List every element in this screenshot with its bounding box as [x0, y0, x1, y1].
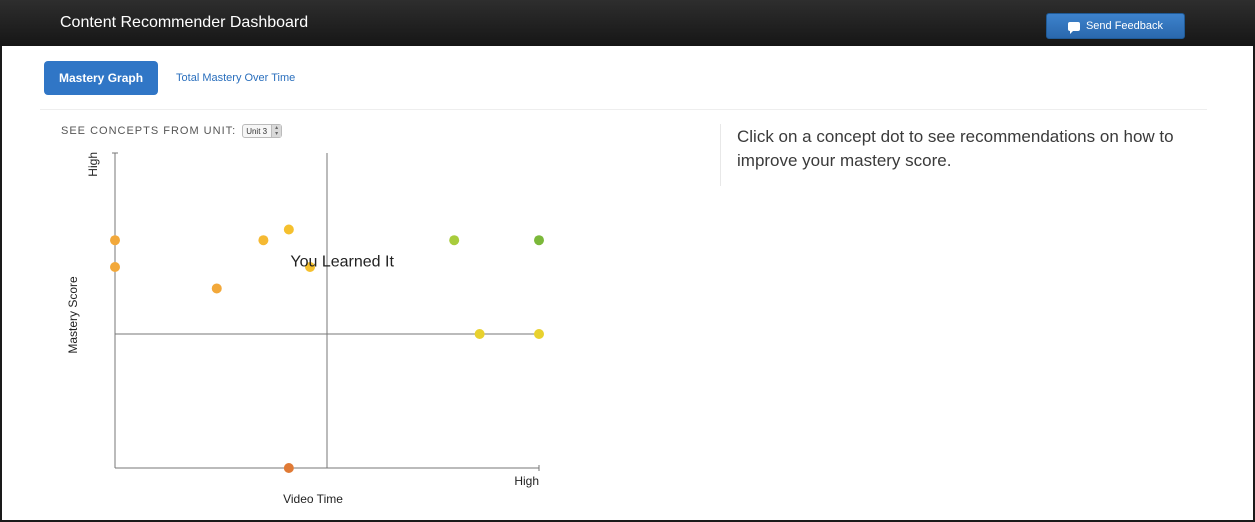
- concept-dot[interactable]: [110, 262, 120, 272]
- quadrant-annotation: You Learned It: [290, 254, 394, 271]
- view-tabs: Mastery Graph Total Mastery Over Time: [44, 61, 295, 95]
- x-axis-label: Video Time: [283, 492, 343, 506]
- concept-dot[interactable]: [534, 235, 544, 246]
- concept-dot[interactable]: [283, 224, 294, 235]
- send-feedback-label: Send Feedback: [1085, 20, 1164, 32]
- y-axis-label: Mastery Score: [66, 276, 80, 354]
- tabs-divider: [40, 109, 1207, 110]
- concept-dot[interactable]: [474, 329, 485, 339]
- concept-dot[interactable]: [258, 235, 269, 246]
- y-axis-high-label: High: [86, 152, 100, 177]
- concept-dot[interactable]: [211, 283, 222, 294]
- concept-dot[interactable]: [449, 235, 460, 246]
- top-navbar: Content Recommender Dashboard Send Feedb…: [0, 0, 1255, 46]
- concept-dot[interactable]: [110, 235, 120, 246]
- concept-dot[interactable]: [534, 329, 544, 339]
- unit-select[interactable]: Unit 3 ▴ ▾: [242, 124, 283, 138]
- panel-divider: [720, 124, 721, 186]
- unit-filter: SEE CONCEPTS FROM UNIT: Unit 3 ▴ ▾: [61, 124, 283, 138]
- send-feedback-button[interactable]: Send Feedback: [1046, 13, 1185, 39]
- mastery-scatter-chart: You Learned It Video Time High Mastery Scor…: [66, 152, 544, 506]
- chat-icon: [1067, 21, 1080, 34]
- unit-select-value: Unit 3: [246, 126, 268, 136]
- select-arrows-icon: ▴ ▾: [271, 125, 282, 137]
- x-axis-high-label: High: [514, 474, 539, 488]
- app-title: Content Recommender Dashboard: [60, 14, 309, 31]
- concept-dot[interactable]: [283, 463, 294, 473]
- tab-mastery-graph[interactable]: Mastery Graph: [44, 61, 159, 95]
- tab-total-mastery-over-time[interactable]: Total Mastery Over Time: [176, 72, 295, 84]
- unit-filter-label: SEE CONCEPTS FROM UNIT:: [61, 125, 237, 137]
- recommendation-hint: Click on a concept dot to see recommenda…: [737, 127, 1174, 170]
